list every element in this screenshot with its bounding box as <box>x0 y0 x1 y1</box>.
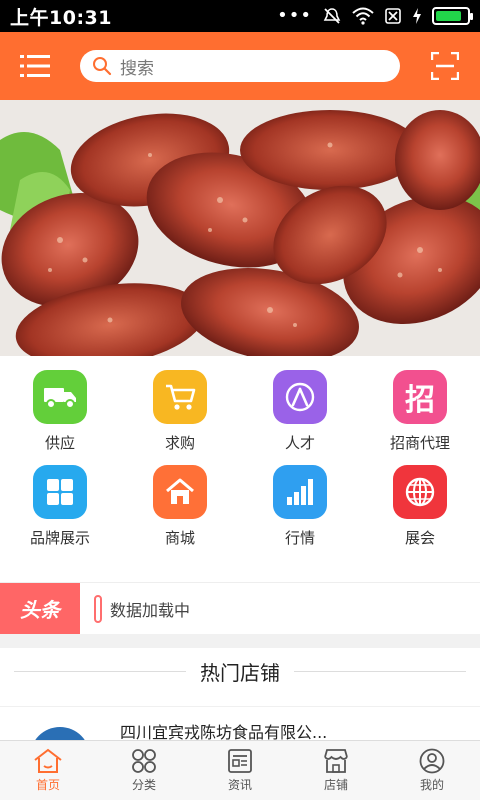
search-input[interactable]: 搜索 <box>80 50 400 82</box>
grid-item-purchase[interactable]: 求购 <box>120 370 240 453</box>
scan-icon <box>431 52 459 80</box>
search-placeholder: 搜索 <box>120 58 154 79</box>
nav-label: 首页 <box>35 778 60 792</box>
truck-icon <box>33 370 87 424</box>
search-icon <box>93 57 112 76</box>
nav-category[interactable]: 分类 <box>96 741 192 800</box>
category-grid: 供应 求购 人才 招 招商代理 品牌展示 商城 行情 展会 <box>0 370 480 548</box>
app-header: 搜索 <box>0 32 480 100</box>
cart-icon <box>153 370 207 424</box>
status-time: 上午10:31 <box>10 6 112 29</box>
store-name: 四川宜宾戎陈坊食品有限公... <box>120 723 328 740</box>
nav-label: 资讯 <box>227 778 252 792</box>
headline-bar[interactable]: 头条 数据加载中 <box>0 582 480 635</box>
store-icon <box>324 749 348 773</box>
nav-label: 我的 <box>419 778 444 792</box>
bar-chart-icon <box>273 465 327 519</box>
charging-icon <box>413 8 421 24</box>
nav-news[interactable]: 资讯 <box>192 741 288 800</box>
grid-label: 人才 <box>284 434 315 452</box>
grid-item-expo[interactable]: 展会 <box>360 465 480 548</box>
divider-line <box>14 670 186 672</box>
headline-text: 数据加载中 <box>110 600 191 620</box>
zhao-icon: 招 <box>393 370 447 424</box>
nav-label: 店铺 <box>323 778 348 792</box>
grid-item-mall[interactable]: 商城 <box>120 465 240 548</box>
grid-label: 招商代理 <box>389 434 450 452</box>
banner-image[interactable] <box>0 100 480 356</box>
scan-button[interactable] <box>410 32 480 100</box>
person-icon <box>273 370 327 424</box>
grid-label: 商城 <box>164 529 195 547</box>
menu-icon <box>20 55 50 77</box>
headline-badge: 头条 <box>0 582 80 635</box>
grid-label: 展会 <box>404 529 435 547</box>
menu-button[interactable] <box>0 32 70 100</box>
grid-label: 行情 <box>284 529 315 547</box>
status-bar: 上午10:31 ••• <box>0 0 480 32</box>
grid-item-agency[interactable]: 招 招商代理 <box>360 370 480 453</box>
hot-stores-title: 热门店铺 <box>200 660 280 685</box>
grid-label: 求购 <box>164 434 195 452</box>
grid-item-brand[interactable]: 品牌展示 <box>0 465 120 548</box>
store-list-item[interactable]: 四川宜宾戎陈坊食品有限公... <box>0 706 480 740</box>
grid-item-supply[interactable]: 供应 <box>0 370 120 453</box>
home-icon <box>34 748 62 773</box>
home-icon <box>153 465 207 519</box>
divider-line <box>294 670 466 672</box>
store-logo <box>30 727 90 740</box>
grid-label: 供应 <box>44 434 75 452</box>
wifi-icon <box>352 7 374 25</box>
battery-icon <box>432 7 473 25</box>
grid-icon <box>33 465 87 519</box>
section-title: 热门店铺 <box>0 648 480 694</box>
sausage-photo <box>0 100 480 356</box>
silent-icon <box>323 8 341 24</box>
no-sim-icon <box>385 8 401 24</box>
divider <box>0 634 480 648</box>
globe-icon <box>393 465 447 519</box>
grid-label: 品牌展示 <box>29 529 90 547</box>
news-icon <box>228 749 252 773</box>
nav-label: 分类 <box>131 778 156 792</box>
grid-item-market[interactable]: 行情 <box>240 465 360 548</box>
grid-item-talent[interactable]: 人才 <box>240 370 360 453</box>
nav-profile[interactable]: 我的 <box>384 741 480 800</box>
bottom-nav: 首页 分类 资讯 店铺 我的 <box>0 740 480 800</box>
headline-marker <box>94 594 102 623</box>
nav-home[interactable]: 首页 <box>0 741 96 800</box>
more-dots-icon: ••• <box>277 5 312 26</box>
category-icon <box>132 749 156 773</box>
user-icon <box>419 748 445 774</box>
nav-store[interactable]: 店铺 <box>288 741 384 800</box>
